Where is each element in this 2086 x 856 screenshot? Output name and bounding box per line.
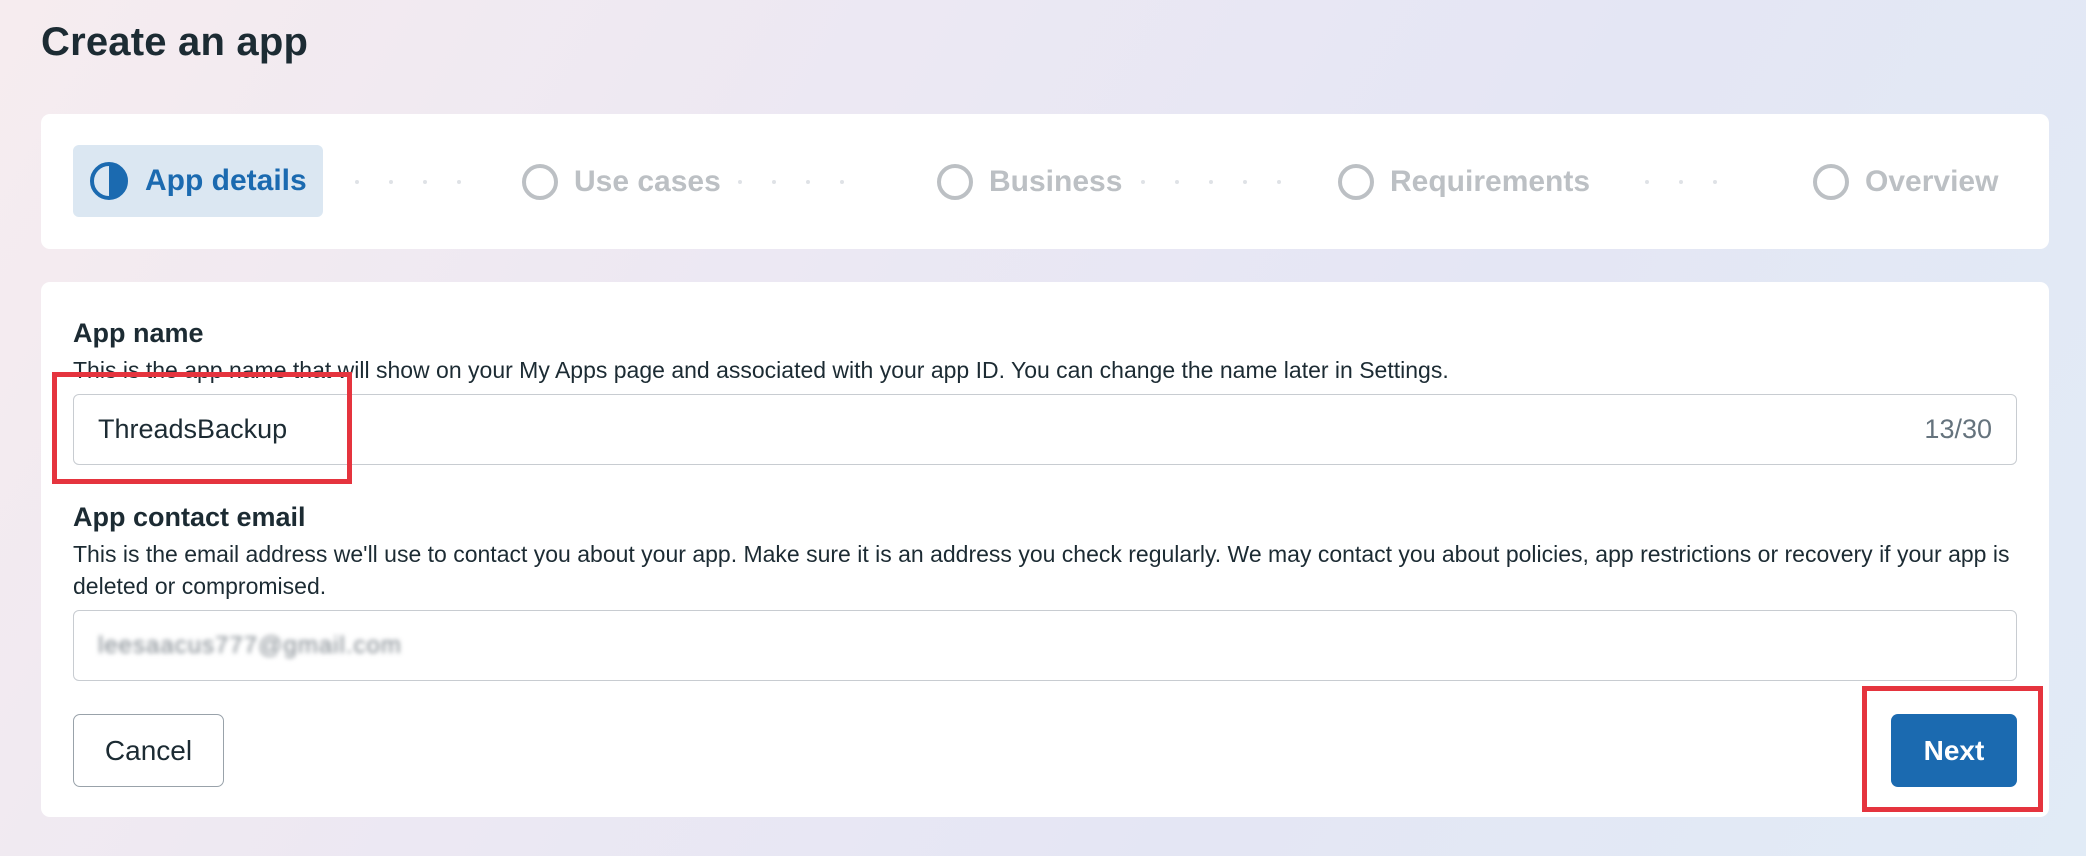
contact-email-value: leesaacus777@gmail.com [98, 631, 402, 659]
step-label: App details [145, 164, 307, 197]
step-label: Overview [1865, 164, 1999, 198]
step-connector [738, 180, 844, 184]
step-connector [1645, 180, 1717, 184]
cancel-button[interactable]: Cancel [73, 714, 224, 787]
char-counter: 13/30 [1924, 414, 1992, 444]
app-name-value: ThreadsBackup [98, 414, 288, 444]
step-label: Use cases [574, 164, 721, 198]
next-button[interactable]: Next [1891, 714, 2017, 787]
step-use-cases[interactable]: Use cases [522, 114, 721, 249]
app-form: App name This is the app name that will … [41, 282, 2049, 817]
circle-icon [937, 163, 973, 200]
circle-icon [1338, 163, 1374, 200]
app-name-description: This is the app name that will show on y… [73, 357, 1449, 383]
app-name-input[interactable]: ThreadsBackup 13/30 [73, 394, 2017, 465]
half-circle-icon [90, 162, 128, 200]
step-connector [355, 180, 461, 184]
contact-email-title: App contact email [73, 502, 306, 532]
step-connector [1141, 180, 1281, 184]
step-overview[interactable]: Overview [1813, 114, 1998, 249]
step-requirements[interactable]: Requirements [1338, 114, 1590, 249]
step-business[interactable]: Business [937, 114, 1122, 249]
step-label: Business [989, 164, 1123, 198]
step-label: Requirements [1390, 164, 1591, 198]
page-title: Create an app [41, 20, 309, 64]
contact-email-description: This is the email address we'll use to c… [73, 541, 2010, 599]
progress-stepper: App details Use cases Business Requireme… [41, 114, 2049, 249]
step-app-details[interactable]: App details [73, 145, 323, 217]
contact-email-input[interactable]: leesaacus777@gmail.com [73, 610, 2017, 681]
circle-icon [1813, 163, 1849, 200]
circle-icon [522, 163, 558, 200]
app-name-title: App name [73, 318, 204, 348]
